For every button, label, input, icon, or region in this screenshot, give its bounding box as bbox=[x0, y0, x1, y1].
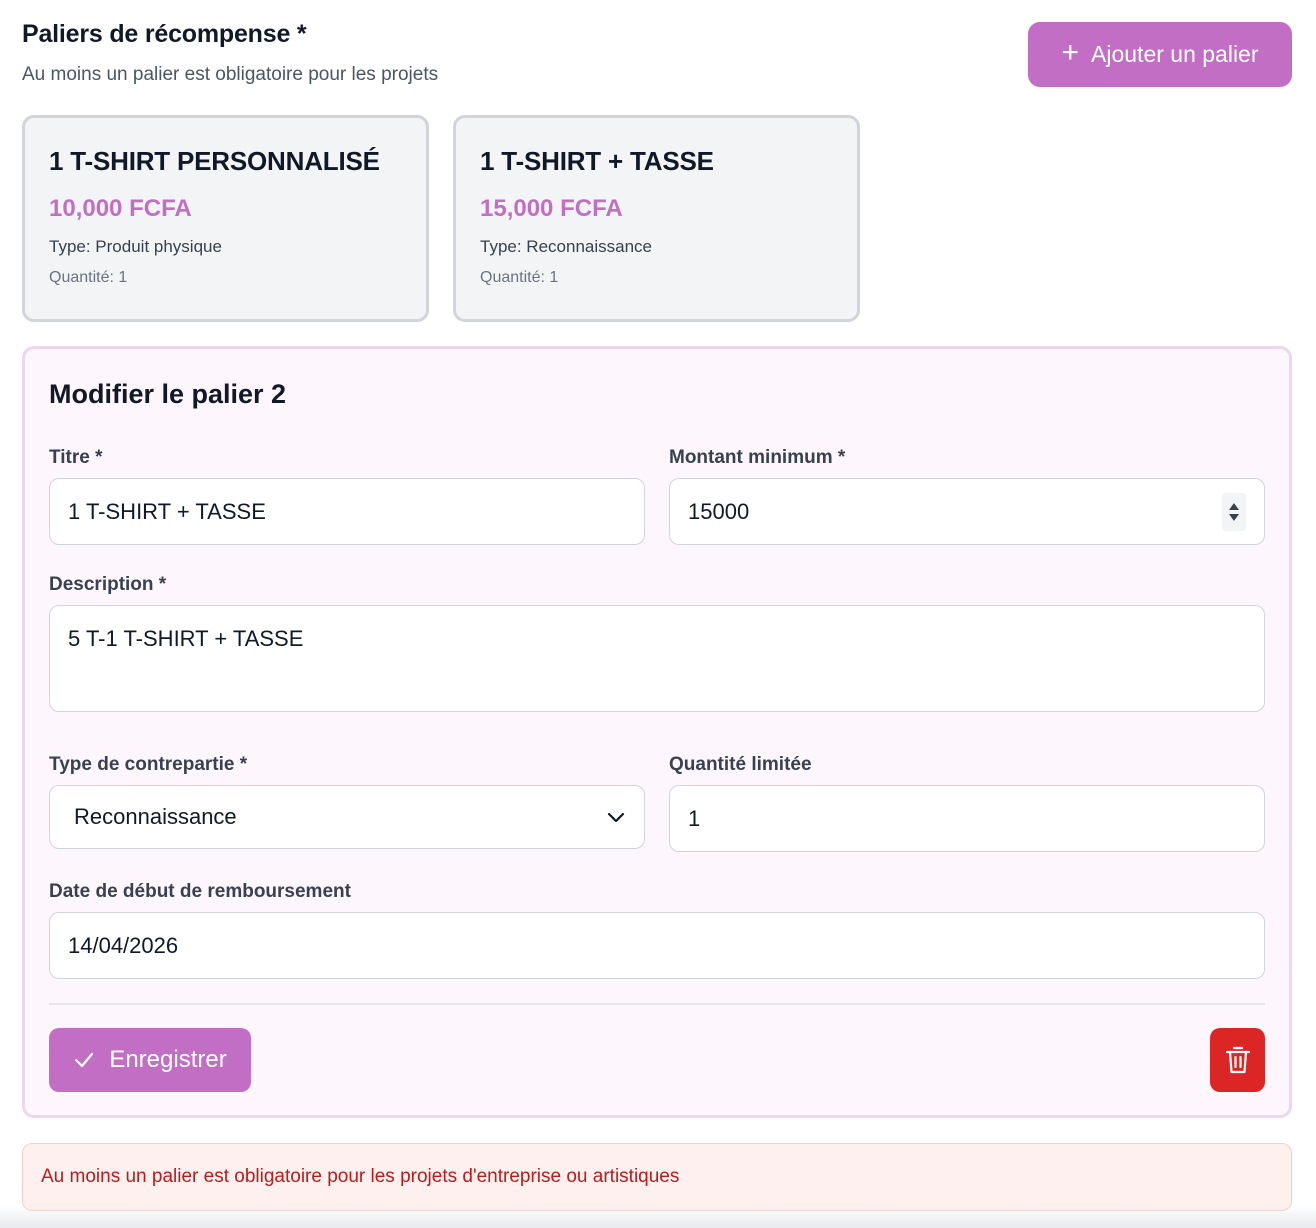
chevron-down-icon bbox=[607, 812, 625, 823]
tier-card[interactable]: 1 T-SHIRT + TASSE 15,000 FCFA Type: Reco… bbox=[453, 115, 860, 322]
spinner-icon[interactable] bbox=[1222, 493, 1246, 531]
error-text: Au moins un palier est obligatoire pour … bbox=[41, 1166, 680, 1187]
amount-input[interactable]: 15000 bbox=[669, 478, 1265, 545]
save-button[interactable]: Enregistrer bbox=[49, 1028, 251, 1092]
spin-up-icon[interactable] bbox=[1229, 503, 1239, 510]
tier-quantity: Quantité: 1 bbox=[480, 269, 559, 286]
tier-quantity: Quantité: 1 bbox=[49, 269, 128, 286]
description-value: 5 T-1 T-SHIRT + TASSE bbox=[68, 626, 304, 651]
check-icon bbox=[75, 1052, 94, 1068]
delete-tier-button[interactable] bbox=[1210, 1028, 1265, 1092]
trash-icon bbox=[1225, 1046, 1250, 1074]
tier-type: Type: Reconnaissance bbox=[480, 237, 652, 256]
tier-card[interactable]: 1 T-SHIRT PERSONNALISÉ 10,000 FCFA Type:… bbox=[22, 115, 429, 322]
quantity-input[interactable]: 1 bbox=[669, 785, 1265, 852]
plus-icon: + bbox=[1061, 36, 1080, 69]
reward-type-value: Reconnaissance bbox=[74, 804, 237, 829]
add-tier-button[interactable]: + Ajouter un palier bbox=[1028, 22, 1292, 87]
add-tier-label: Ajouter un palier bbox=[1091, 41, 1259, 67]
quantity-label: Quantité limitée bbox=[669, 754, 812, 775]
title-input-value: 1 T-SHIRT + TASSE bbox=[68, 498, 266, 524]
tier-title: 1 T-SHIRT PERSONNALISÉ bbox=[49, 146, 380, 176]
amount-input-value: 15000 bbox=[688, 498, 750, 524]
date-input-value: 14/04/2026 bbox=[68, 932, 179, 958]
section-title: Paliers de récompense * bbox=[22, 20, 307, 48]
form-divider bbox=[49, 1003, 1265, 1005]
edit-panel-title: Modifier le palier 2 bbox=[49, 379, 287, 409]
section-subtitle: Au moins un palier est obligatoire pour … bbox=[22, 64, 439, 85]
error-message: Au moins un palier est obligatoire pour … bbox=[22, 1143, 1292, 1211]
tier-title: 1 T-SHIRT + TASSE bbox=[480, 146, 714, 176]
bottom-shade bbox=[0, 1205, 1316, 1228]
rewards-section: Paliers de récompense * Au moins un pali… bbox=[0, 0, 1316, 1228]
date-label: Date de début de remboursement bbox=[49, 881, 351, 902]
quantity-input-value: 1 bbox=[688, 805, 701, 831]
tier-price: 15,000 FCFA bbox=[480, 195, 623, 222]
tier-price: 10,000 FCFA bbox=[49, 195, 192, 222]
description-label: Description * bbox=[49, 574, 167, 595]
reward-type-label: Type de contrepartie * bbox=[49, 754, 248, 775]
edit-tier-panel: Modifier le palier 2 Titre * 1 T-SHIRT +… bbox=[22, 346, 1292, 1118]
description-textarea[interactable]: 5 T-1 T-SHIRT + TASSE bbox=[49, 605, 1265, 712]
save-button-label: Enregistrer bbox=[109, 1046, 227, 1073]
amount-label: Montant minimum * bbox=[669, 447, 846, 468]
spin-down-icon[interactable] bbox=[1229, 514, 1239, 521]
date-input[interactable]: 14/04/2026 bbox=[49, 912, 1265, 979]
reward-type-select[interactable]: Reconnaissance bbox=[49, 785, 645, 849]
title-label: Titre * bbox=[49, 447, 103, 468]
title-input[interactable]: 1 T-SHIRT + TASSE bbox=[49, 478, 645, 545]
tier-type: Type: Produit physique bbox=[49, 237, 222, 256]
